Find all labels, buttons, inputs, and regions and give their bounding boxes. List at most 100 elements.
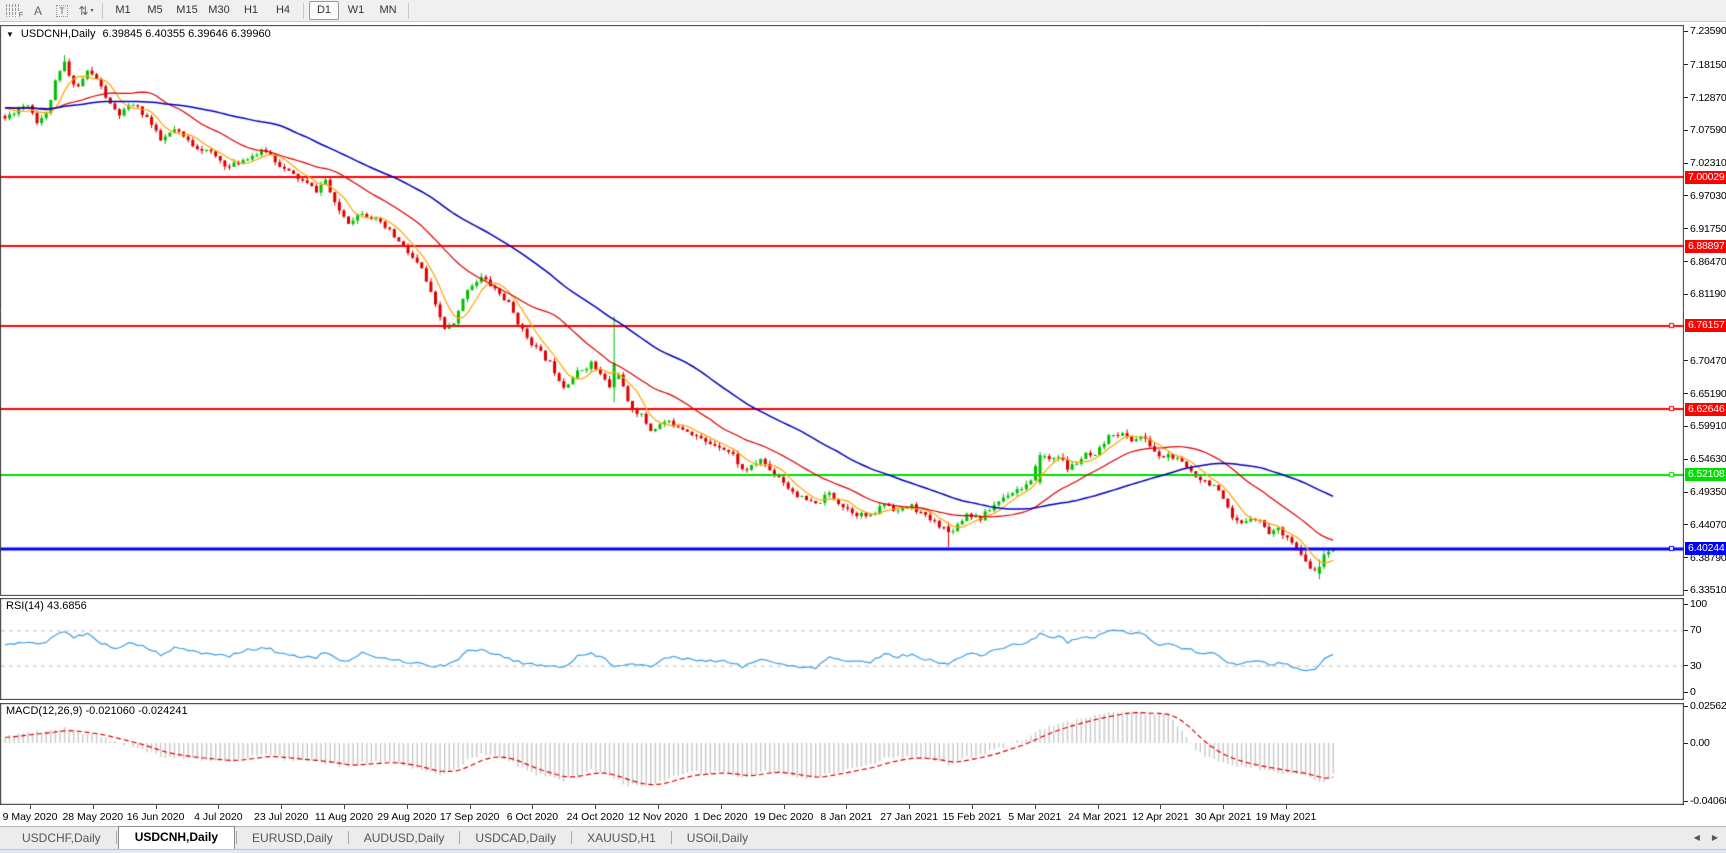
date-label: 24 Mar 2021 <box>1068 811 1127 823</box>
date-tick-mark <box>595 805 596 809</box>
macd-tick-mark <box>1684 706 1688 707</box>
text-box-tool-icon[interactable]: T <box>50 2 74 20</box>
price-tick-mark <box>1684 130 1688 131</box>
grid-f-letter: F <box>18 12 23 19</box>
grid-f-tool-icon[interactable]: F <box>2 2 26 20</box>
level-price-label: 7.00029 <box>1685 171 1726 184</box>
date-label: 29 Aug 2020 <box>377 811 436 823</box>
date-tick-mark <box>344 805 345 809</box>
tab-separator <box>236 831 237 844</box>
price-tick-mark <box>1684 294 1688 295</box>
date-label: 17 Sep 2020 <box>440 811 500 823</box>
tab-separator <box>116 831 117 844</box>
timeframe-button-d1[interactable]: D1 <box>309 1 339 20</box>
price-tick-label: 6.44070 <box>1690 519 1726 531</box>
price-chart-canvas[interactable] <box>0 25 1684 596</box>
rsi-tick-label: 0 <box>1690 686 1696 698</box>
text-label-tool-icon[interactable]: A <box>26 2 50 20</box>
arrows-icon: ⇅ <box>78 4 88 18</box>
price-tick-label: 7.07590 <box>1690 124 1726 136</box>
tab-usoil[interactable]: USOil,Daily <box>673 828 762 849</box>
tab-separator <box>671 831 672 844</box>
timeframe-button-m1[interactable]: M1 <box>108 1 138 20</box>
chart-title-symbol: USDCNH,Daily <box>21 28 96 40</box>
timeframe-button-m15[interactable]: M15 <box>172 1 202 20</box>
price-tick-label: 6.91750 <box>1690 223 1726 235</box>
rsi-panel[interactable]: RSI(14) 43.6856 <box>0 598 1684 700</box>
tab-usdcad[interactable]: USDCAD,Daily <box>461 828 570 849</box>
tab-usdchf[interactable]: USDCHF,Daily <box>8 828 115 849</box>
macd-tick-label: 0.00 <box>1690 737 1710 749</box>
cursor-arrows-tool-icon[interactable]: ⇅ ▾ <box>74 2 98 20</box>
level-price-label: 6.40244 <box>1685 542 1726 555</box>
date-tick-mark <box>407 805 408 809</box>
toolbar: F A T ⇅ ▾ M1M5M15M30H1H4 D1W1MN <box>0 0 1726 22</box>
price-tick-mark <box>1684 524 1688 525</box>
price-tick-mark <box>1684 261 1688 262</box>
date-tick-mark <box>1035 805 1036 809</box>
date-label: 1 Dec 2020 <box>694 811 748 823</box>
macd-label: MACD(12,26,9) -0.021060 -0.024241 <box>6 705 188 717</box>
macd-chart-canvas[interactable] <box>0 703 1684 805</box>
symbol-dropdown-icon[interactable]: ▼ <box>6 30 14 39</box>
status-strip <box>0 849 1726 853</box>
rsi-chart-canvas[interactable] <box>0 598 1684 700</box>
date-axis[interactable]: 9 May 202028 May 202016 Jun 20204 Jul 20… <box>0 805 1684 826</box>
macd-tick-label: 0.025623 <box>1690 700 1726 712</box>
price-tick-mark <box>1684 557 1688 558</box>
tab-scroll-arrows: ◀ ▶ <box>1694 833 1718 842</box>
timeframe-button-w1[interactable]: W1 <box>341 1 371 20</box>
timeframe-button-h1[interactable]: H1 <box>236 1 266 20</box>
scroll-right-icon[interactable]: ▶ <box>1712 833 1718 842</box>
date-tick-mark <box>30 805 31 809</box>
date-tick-mark <box>721 805 722 809</box>
date-label: 30 Apr 2021 <box>1195 811 1252 823</box>
date-label: 12 Nov 2020 <box>628 811 688 823</box>
dropdown-caret-icon: ▾ <box>91 7 94 14</box>
price-tick-label: 6.49350 <box>1690 486 1726 498</box>
price-tick-label: 7.02310 <box>1690 157 1726 169</box>
price-tick-label: 6.59910 <box>1690 420 1726 432</box>
rsi-tick-mark <box>1684 665 1688 666</box>
scroll-left-icon[interactable]: ◀ <box>1694 833 1700 842</box>
price-tick-mark <box>1684 163 1688 164</box>
tab-separator <box>571 831 572 844</box>
price-panel[interactable]: ▼ USDCNH,Daily 6.39845 6.40355 6.39646 6.3… <box>0 25 1684 596</box>
rsi-label: RSI(14) 43.6856 <box>6 600 87 612</box>
tab-eurusd[interactable]: EURUSD,Daily <box>238 828 347 849</box>
date-label: 8 Jan 2021 <box>820 811 872 823</box>
price-tick-mark <box>1684 97 1688 98</box>
rsi-tick-mark <box>1684 630 1688 631</box>
price-tick-mark <box>1684 360 1688 361</box>
timeframe-button-m5[interactable]: M5 <box>140 1 170 20</box>
date-tick-mark <box>1160 805 1161 809</box>
tab-separator <box>459 831 460 844</box>
timeframe-button-h4[interactable]: H4 <box>268 1 298 20</box>
date-tick-mark <box>784 805 785 809</box>
price-tick-label: 7.18150 <box>1690 59 1726 71</box>
timeframe-button-m30[interactable]: M30 <box>204 1 234 20</box>
tab-xauusd[interactable]: XAUUSD,H1 <box>573 828 670 849</box>
boxed-t-icon: T <box>56 5 68 17</box>
timeframe-button-mn[interactable]: MN <box>373 1 403 20</box>
macd-panel[interactable]: MACD(12,26,9) -0.021060 -0.024241 <box>0 703 1684 805</box>
date-label: 12 Apr 2021 <box>1132 811 1189 823</box>
letter-a-icon: A <box>34 4 42 18</box>
date-label: 24 Oct 2020 <box>567 811 624 823</box>
level-price-label: 6.62646 <box>1685 403 1726 416</box>
price-tick-label: 6.70470 <box>1690 355 1726 367</box>
price-tick-mark <box>1684 31 1688 32</box>
tab-usdcnh[interactable]: USDCNH,Daily <box>118 826 235 849</box>
chart-title-ohlc: 6.39845 6.40355 6.39646 6.39960 <box>102 28 270 40</box>
price-tick-label: 7.23590 <box>1690 25 1726 37</box>
date-label: 19 May 2021 <box>1256 811 1317 823</box>
price-tick-mark <box>1684 393 1688 394</box>
date-tick-mark <box>470 805 471 809</box>
price-tick-label: 6.54630 <box>1690 453 1726 465</box>
date-tick-mark <box>972 805 973 809</box>
trading-terminal: F A T ⇅ ▾ M1M5M15M30H1H4 D1W1MN ▼ USDCNH,D… <box>0 0 1726 853</box>
tab-audusd[interactable]: AUDUSD,Daily <box>350 828 459 849</box>
date-tick-mark <box>532 805 533 809</box>
date-label: 4 Jul 2020 <box>194 811 242 823</box>
price-tick-label: 7.12870 <box>1690 92 1726 104</box>
